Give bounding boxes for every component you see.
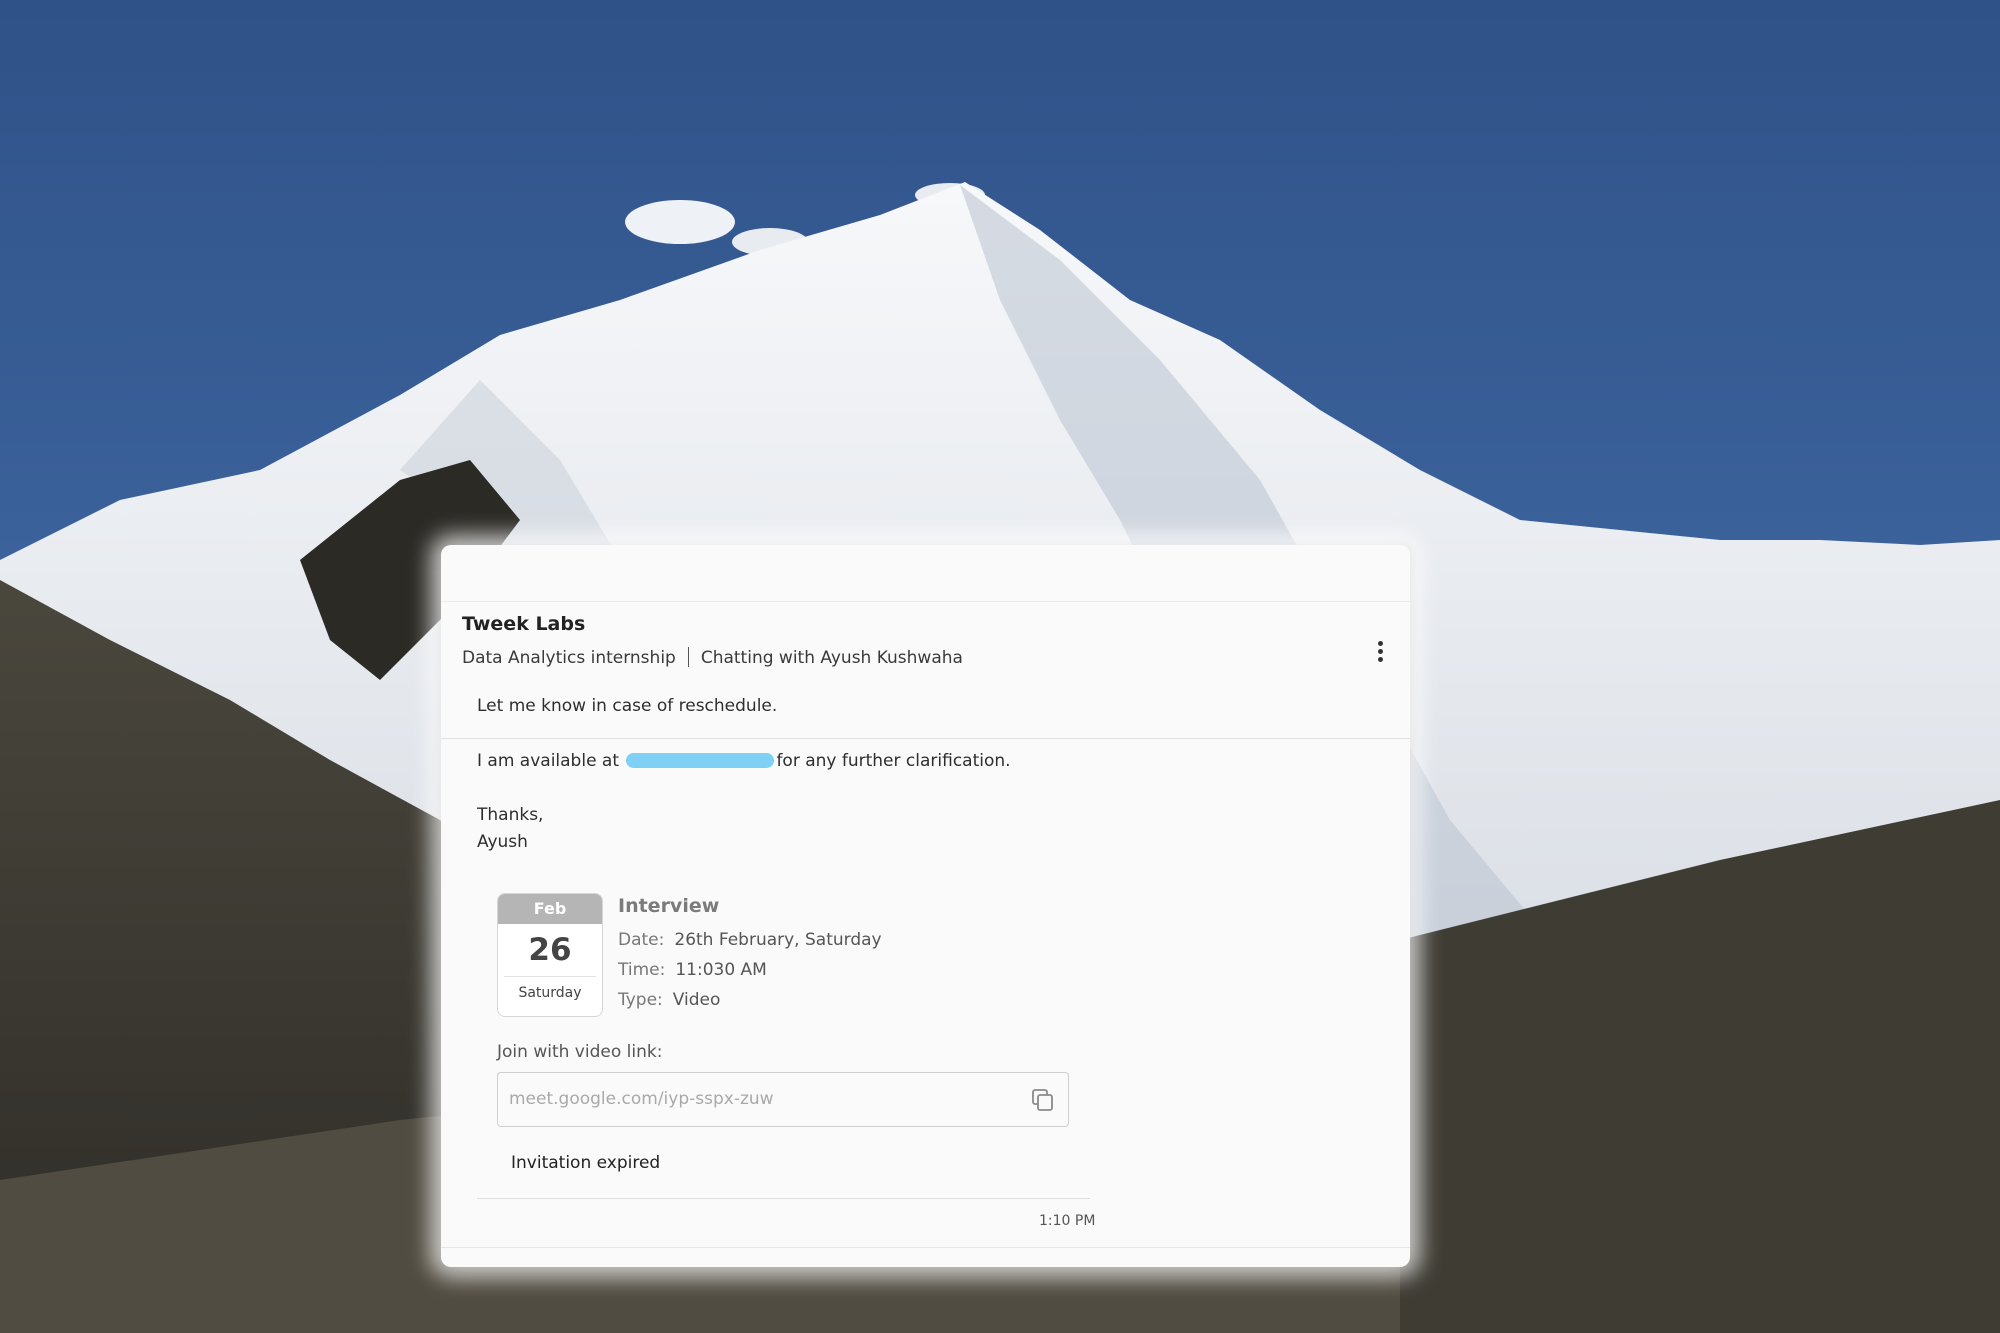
panel-bottom-divider: [441, 1247, 1410, 1248]
cloud: [625, 200, 735, 244]
message-text: for any further clarification.: [776, 751, 1011, 771]
chat-panel: Tweek Labs Data Analytics internship Chat…: [441, 545, 1410, 1267]
calendar-badge: Feb 26 Saturday: [497, 893, 603, 1017]
message-line: Let me know in case of reschedule.: [477, 696, 778, 716]
calendar-day: 26: [528, 932, 572, 968]
message-signoff: Thanks,: [477, 805, 544, 825]
message-timestamp: 1:10 PM: [1039, 1213, 1096, 1229]
copy-icon[interactable]: [1030, 1087, 1056, 1113]
more-vertical-icon[interactable]: [1372, 638, 1388, 668]
video-link-text: meet.google.com/iyp-sspx-zuw: [509, 1089, 774, 1109]
chat-header: [441, 601, 1410, 739]
message-signature: Ayush: [477, 832, 528, 852]
event-title: Interview: [618, 895, 720, 917]
message-line: I am available at for any further clarif…: [477, 751, 1011, 771]
internship-title: Data Analytics internship: [462, 648, 676, 668]
video-link-field[interactable]: meet.google.com/iyp-sspx-zuw: [497, 1072, 1069, 1127]
bubble-divider: [477, 1198, 1090, 1199]
calendar-month: Feb: [498, 894, 602, 924]
event-time: Time: 11:030 AM: [618, 960, 767, 980]
chatting-with: Chatting with Ayush Kushwaha: [700, 648, 963, 668]
redacted-contact: [626, 753, 775, 768]
divider: [687, 647, 689, 667]
event-date: Date: 26th February, Saturday: [618, 930, 882, 950]
panel-top-strip: [441, 545, 1410, 602]
join-link-label: Join with video link:: [497, 1042, 663, 1062]
company-name: Tweek Labs: [462, 613, 586, 635]
chat-subtitle: Data Analytics internship Chatting with A…: [462, 647, 963, 668]
invitation-status: Invitation expired: [511, 1153, 661, 1173]
calendar-weekday: Saturday: [518, 985, 582, 1001]
message-text: I am available at: [477, 751, 620, 771]
event-type: Type: Video: [618, 990, 721, 1010]
